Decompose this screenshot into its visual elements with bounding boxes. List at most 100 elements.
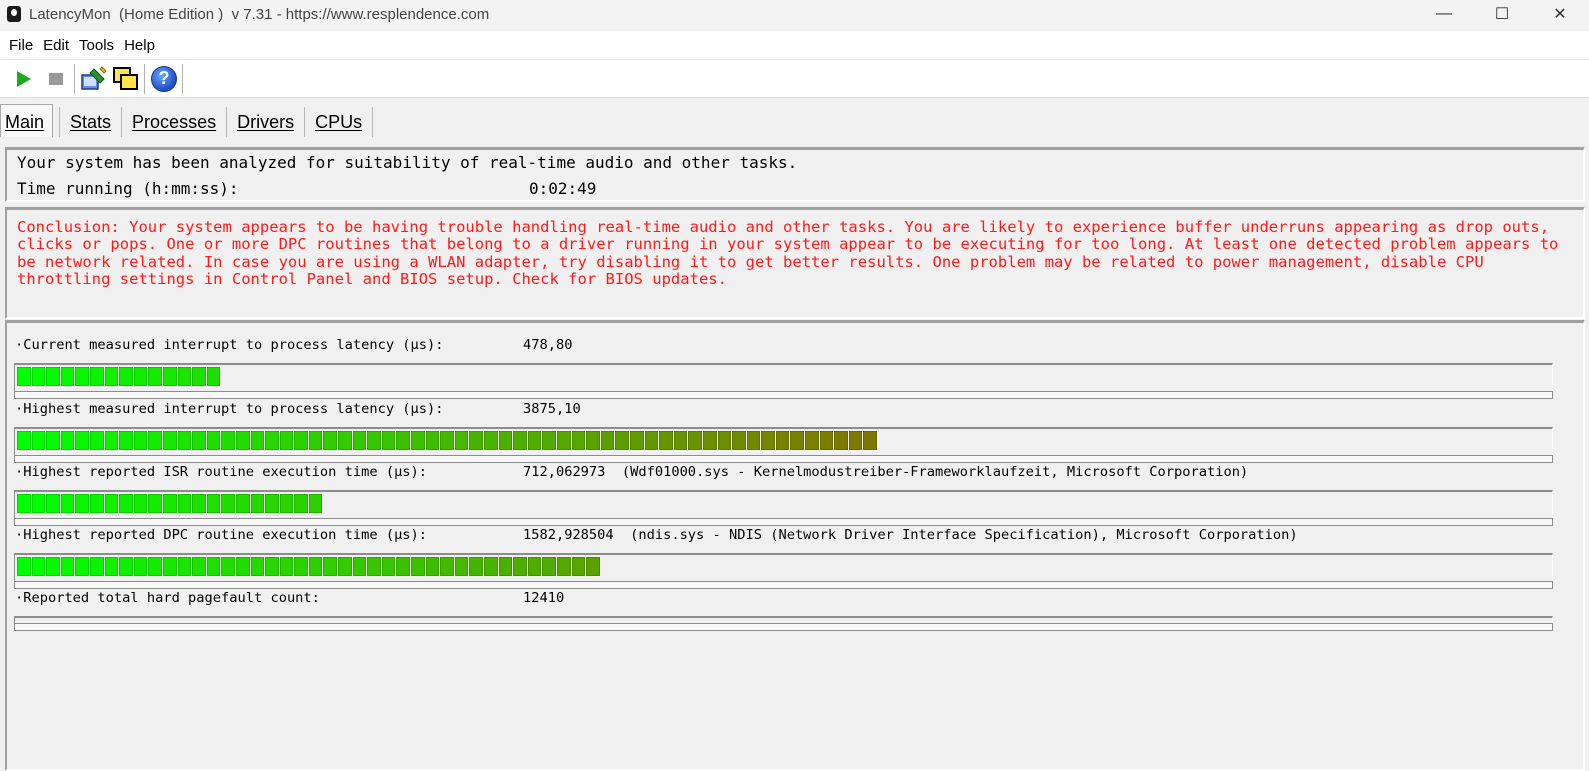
bar-segment <box>848 431 863 450</box>
bar-segment <box>17 367 31 386</box>
start-button[interactable] <box>8 63 40 95</box>
bar-isr-time <box>14 490 1553 526</box>
bar-segment <box>527 431 542 450</box>
bar-segment <box>513 431 527 450</box>
bar-segment <box>235 431 250 450</box>
bar-segment <box>162 367 177 386</box>
bar-segment <box>46 431 60 450</box>
bar-segment <box>46 367 60 386</box>
metric-label-current-latency: ·Current measured interrupt to process l… <box>15 337 444 353</box>
title-bar: LatencyMon (Home Edition ) v 7.31 - http… <box>0 0 1589 28</box>
metric-label-dpc-time: ·Highest reported DPC routine execution … <box>15 527 428 543</box>
bar-segment <box>454 557 469 576</box>
menu-help[interactable]: Help <box>124 37 155 54</box>
bar-highest-latency <box>14 427 1553 463</box>
bar-segment <box>571 431 586 450</box>
bar-segment <box>206 367 221 386</box>
bar-segment <box>17 557 31 576</box>
metric-value-highest-latency: 3875,10 <box>523 401 581 417</box>
bar-segment <box>615 431 629 450</box>
conclusion-text: Conclusion: Your system appears to be ha… <box>17 218 1559 289</box>
bar-segment <box>294 431 308 450</box>
bar-segment <box>381 431 396 450</box>
bar-segment <box>177 557 192 576</box>
bar-segment <box>352 557 367 576</box>
bar-segment <box>31 494 46 513</box>
bar-segment <box>775 431 790 450</box>
time-running-value: 0:02:49 <box>529 179 597 198</box>
bar-segment <box>702 431 717 450</box>
bar-segment <box>294 557 308 576</box>
bar-segment <box>469 431 483 450</box>
tab-main[interactable]: Main <box>0 104 54 137</box>
bar-segment <box>338 557 352 576</box>
bar-segment <box>571 557 586 576</box>
bar-segment <box>119 367 133 386</box>
bar-segment <box>484 431 498 450</box>
bar-segment <box>133 367 148 386</box>
bar-segment <box>177 494 192 513</box>
bar-segment <box>805 431 819 450</box>
menu-tools[interactable]: Tools <box>79 37 114 54</box>
analyze-button[interactable] <box>78 63 110 95</box>
bar-segment <box>17 431 31 450</box>
bar-segment <box>119 431 133 450</box>
bar-segment <box>498 557 513 576</box>
bar-segment <box>104 367 119 386</box>
bar-segment <box>644 431 659 450</box>
bar-segment <box>659 431 673 450</box>
time-running-label: Time running (h:mm:ss): <box>17 179 239 198</box>
bar-segment <box>221 494 235 513</box>
bar-segment <box>89 431 104 450</box>
bar-segment <box>265 494 279 513</box>
tab-cpus[interactable]: CPUs <box>305 107 374 137</box>
bar-segment <box>60 431 75 450</box>
bar-segment <box>790 431 805 450</box>
bar-segment <box>717 431 732 450</box>
bar-segment <box>542 431 556 450</box>
bar-segment <box>600 431 615 450</box>
menu-file[interactable]: File <box>9 37 33 54</box>
bar-fill <box>17 557 601 576</box>
bar-segment <box>250 431 265 450</box>
bar-segment <box>556 431 571 450</box>
tab-stats[interactable]: Stats <box>59 107 123 137</box>
bar-segment <box>235 557 250 576</box>
bar-segment <box>425 557 440 576</box>
stop-button[interactable] <box>40 63 72 95</box>
bar-segment <box>60 557 75 576</box>
windows-button[interactable] <box>110 63 142 95</box>
bar-segment <box>162 557 177 576</box>
toolbar-separator <box>144 63 146 94</box>
bar-segment <box>498 431 513 450</box>
bar-segment <box>367 557 381 576</box>
bar-segment <box>352 431 367 450</box>
metric-label-isr-time: ·Highest reported ISR routine execution … <box>15 464 428 480</box>
bar-segment <box>206 557 221 576</box>
bar-segment <box>556 557 571 576</box>
bar-segment <box>221 557 235 576</box>
bar-segment <box>411 557 425 576</box>
bar-segment <box>206 494 221 513</box>
bar-segment <box>31 431 46 450</box>
tab-processes[interactable]: Processes <box>122 107 228 137</box>
bar-segment <box>265 431 279 450</box>
bar-segment <box>308 494 323 513</box>
metric-value-isr-time: 712,062973 (Wdf01000.sys - Kernelmodustr… <box>523 464 1249 480</box>
bar-segment <box>104 431 119 450</box>
help-button[interactable]: ? <box>148 63 180 95</box>
bar-fill <box>17 494 323 513</box>
minimize-button[interactable]: — <box>1415 0 1473 28</box>
bar-segment <box>148 494 162 513</box>
conclusion-panel: Conclusion: Your system appears to be ha… <box>5 207 1585 319</box>
tab-drivers[interactable]: Drivers <box>227 107 306 137</box>
bar-segment <box>148 557 162 576</box>
bar-segment <box>17 494 31 513</box>
bar-segment <box>308 431 323 450</box>
maximize-button[interactable]: ☐ <box>1473 0 1531 28</box>
bar-segment <box>863 431 878 450</box>
bar-segment <box>31 367 46 386</box>
bar-segment <box>119 494 133 513</box>
close-button[interactable]: ✕ <box>1531 0 1589 28</box>
menu-edit[interactable]: Edit <box>43 37 69 54</box>
